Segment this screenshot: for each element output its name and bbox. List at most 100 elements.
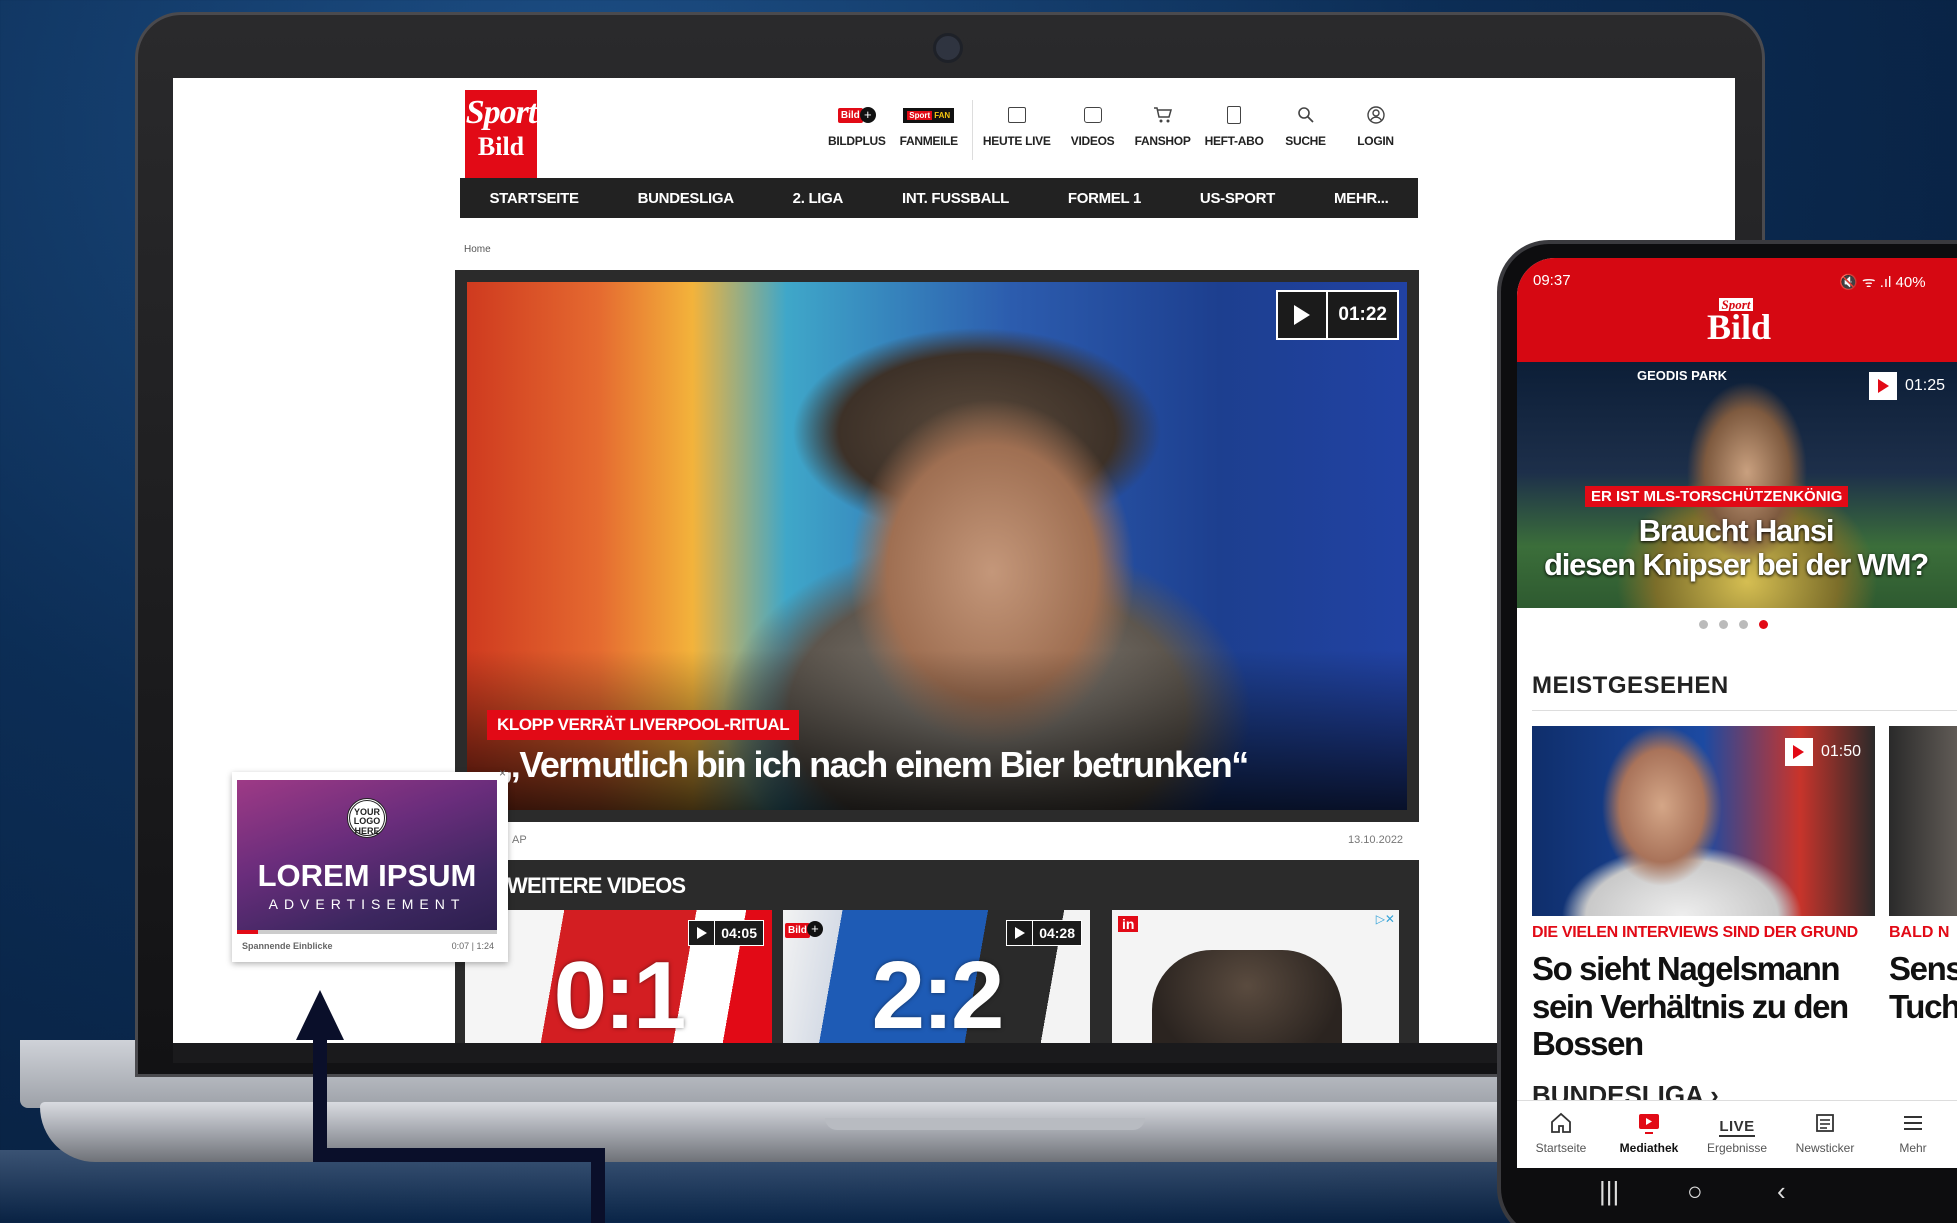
topnav-label: FANMEILE <box>899 134 959 148</box>
video-duration: 01:50 <box>1820 743 1861 760</box>
carousel-dots[interactable] <box>1699 620 1779 629</box>
topnav-fanmeile[interactable]: Sport FAN FANMEILE <box>900 100 958 148</box>
topnav-heft-abo[interactable]: HEFT-ABO <box>1205 100 1264 148</box>
floating-ad-player[interactable]: YOUR LOGO HERE LOREM IPSUM ADVERTISEMENT… <box>232 766 508 962</box>
topnav-label: BILDPLUS <box>828 134 886 148</box>
ad-creative[interactable]: YOUR LOGO HERE LOREM IPSUM ADVERTISEMENT <box>237 780 497 930</box>
topnav-label: VIDEOS <box>1070 134 1115 148</box>
topnav-login[interactable]: LOGIN <box>1348 100 1404 148</box>
laptop-notch <box>825 1118 1145 1130</box>
plus-badge: + <box>806 921 823 937</box>
hero-headline[interactable]: „Vermutlich bin ich nach einem Bier betr… <box>503 744 1249 786</box>
breadcrumb[interactable]: Home <box>464 244 491 255</box>
more-videos-section: WEITERE VIDEOS 0:1 04:05 Bild + 2:2 04:28 <box>455 860 1419 1043</box>
topnav-suche[interactable]: SUCHE <box>1278 100 1334 148</box>
bildplus-icon: Bild + <box>837 100 876 130</box>
topnav-label: FANSHOP <box>1134 134 1191 148</box>
video-score: 2:2 <box>871 942 1005 1044</box>
video-card[interactable]: 0:1 04:05 <box>465 910 772 1043</box>
newsticker-icon <box>1813 1111 1837 1137</box>
live-icon: LIVE <box>1719 1111 1755 1137</box>
article-image[interactable]: 01:50 <box>1532 726 1875 916</box>
video-card[interactable]: Bild + 2:2 04:28 <box>783 910 1090 1043</box>
publish-date: 13.10.2022 <box>1348 834 1404 846</box>
video-duration-badge: 01:50 <box>1784 738 1861 766</box>
topnav-videos[interactable]: VIDEOS <box>1065 100 1121 148</box>
article-headline[interactable]: So sieht Nagelsmann sein Verhältnis zu d… <box>1532 950 1875 1064</box>
sportbild-logo[interactable]: Sport Bild <box>465 90 537 178</box>
mainnav-formel-1[interactable]: FORMEL 1 <box>1068 190 1141 207</box>
mainnav-mehr[interactable]: MEHR... <box>1334 190 1389 207</box>
tab-startseite[interactable]: Startseite <box>1517 1101 1605 1168</box>
video-score: 0:1 <box>553 942 687 1044</box>
article-card[interactable]: 01:50 DIE VIELEN INTERVIEWS SIND DER GRU… <box>1532 726 1875 1063</box>
carousel-dot[interactable] <box>1739 620 1748 629</box>
bildplus-icon: Bild + <box>785 920 823 938</box>
tab-ergebnisse[interactable]: LIVE Ergebnisse <box>1693 1101 1781 1168</box>
app-logo[interactable]: Sport Bild <box>1707 298 1771 356</box>
mediathek-icon <box>1636 1111 1662 1137</box>
fanmeile-badge-text: FAN <box>934 110 951 120</box>
video-duration: 01:25 <box>1905 377 1946 394</box>
status-icons: 🔇 ᯤ .ıl 40% <box>1839 274 1926 291</box>
video-duration-badge: 04:28 <box>1006 920 1082 946</box>
article-card[interactable]: BALD N Sensa Tuche <box>1889 726 1957 1026</box>
tab-mediathek[interactable]: Mediathek <box>1605 1101 1693 1168</box>
video-duration-badge[interactable]: 01:22 <box>1276 290 1399 340</box>
topnav-fanshop[interactable]: FANSHOP <box>1135 100 1191 148</box>
top-navigation: Bild + BILDPLUS Sport FAN FANMEILE HEUTE L… <box>828 100 1418 160</box>
tab-newsticker[interactable]: Newsticker <box>1781 1101 1869 1168</box>
hero-image[interactable]: 01:22 KLOPP VERRÄT LIVERPOOL-RITUAL „Ver… <box>467 282 1407 810</box>
ad-progress-fill <box>237 930 258 934</box>
tab-label: Mediathek <box>1619 1141 1679 1155</box>
topnav-divider <box>971 100 973 160</box>
ad-product-image <box>1152 950 1342 1043</box>
logo-line1: Sport <box>465 94 538 131</box>
play-icon <box>1007 921 1034 945</box>
ad-card[interactable]: in ▷✕ <box>1112 910 1399 1043</box>
video-duration-badge: 01:25 <box>1869 372 1945 400</box>
mainnav-startseite[interactable]: STARTSEITE <box>489 190 579 207</box>
fanmeile-badge-sport: Sport <box>907 110 933 120</box>
status-bar: 09:37 🔇 ᯤ .ıl 40% <box>1517 258 1957 294</box>
ad-progress-bar[interactable] <box>237 930 497 934</box>
play-icon[interactable] <box>1278 292 1329 338</box>
home-button[interactable]: ○ <box>1687 1176 1703 1207</box>
laptop-camera <box>933 33 963 63</box>
phone-screen: 09:37 🔇 ᯤ .ıl 40% Sport Bild GEODIS PARK… <box>1517 258 1957 1168</box>
ad-caption: Spannende Einblicke <box>242 941 333 951</box>
carousel-dot[interactable] <box>1759 620 1768 629</box>
tab-label: Ergebnisse <box>1706 1141 1768 1155</box>
hero-video[interactable]: 01:22 KLOPP VERRÄT LIVERPOOL-RITUAL „Ver… <box>455 270 1419 822</box>
close-icon[interactable]: × <box>499 766 506 780</box>
ad-time: 0:07 | 1:24 <box>451 941 494 951</box>
app-hero-slide[interactable]: GEODIS PARK 01:25 ER IST MLS-TORSCHÜTZEN… <box>1517 362 1957 608</box>
play-icon <box>1869 372 1897 400</box>
carousel-dot[interactable] <box>1719 620 1728 629</box>
video-duration-badge: 04:05 <box>688 920 764 946</box>
status-time: 09:37 <box>1533 272 1571 289</box>
recent-apps-button[interactable]: ||| <box>1599 1176 1619 1207</box>
hero-kicker: ER IST MLS-TORSCHÜTZENKÖNIG <box>1585 486 1849 507</box>
menu-icon <box>1901 1111 1925 1137</box>
mainnav-us-sport[interactable]: US-SPORT <box>1200 190 1275 207</box>
hero-headline[interactable]: Braucht Hansi diesen Knipser bei der WM? <box>1517 513 1955 582</box>
topnav-bildplus[interactable]: Bild + BILDPLUS <box>828 100 886 148</box>
adchoices-icon[interactable]: ▷✕ <box>1376 912 1395 926</box>
back-button[interactable]: ‹ <box>1777 1176 1786 1207</box>
video-duration: 04:05 <box>721 925 757 941</box>
tab-mehr[interactable]: Mehr <box>1869 1101 1957 1168</box>
carousel-dot[interactable] <box>1699 620 1708 629</box>
section-divider <box>1532 710 1957 711</box>
topnav-label: LOGIN <box>1357 134 1394 148</box>
tab-label: Mehr <box>1899 1141 1927 1155</box>
topnav-heute-live[interactable]: HEUTE LIVE <box>983 100 1051 148</box>
mainnav-2-liga[interactable]: 2. LIGA <box>793 190 844 207</box>
venue-sign: GEODIS PARK <box>1637 368 1728 383</box>
mainnav-bundesliga[interactable]: BUNDESLIGA <box>638 190 734 207</box>
article-image[interactable] <box>1889 726 1957 916</box>
article-headline[interactable]: Sensa Tuche <box>1889 950 1957 1026</box>
video-duration: 04:28 <box>1039 925 1075 941</box>
plus-badge: + <box>859 107 876 123</box>
mainnav-int-fussball[interactable]: INT. FUSSBALL <box>902 190 1009 207</box>
